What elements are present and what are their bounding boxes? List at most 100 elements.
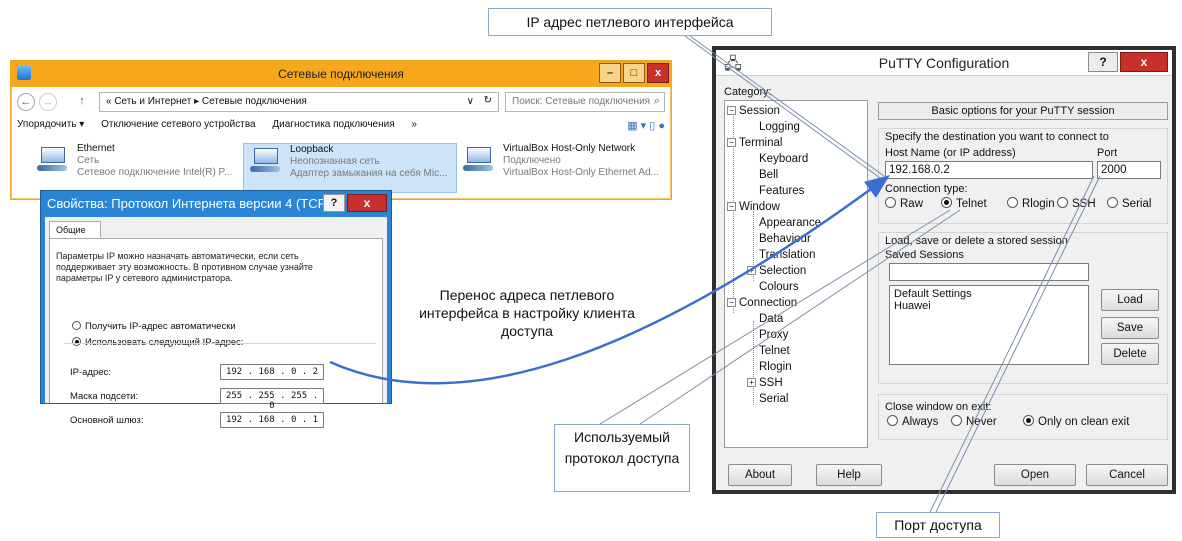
default-gateway-field[interactable]: 192 . 168 . 0 . 1 bbox=[220, 412, 324, 428]
adapter-ethernet[interactable]: Ethernet Сеть Сетевое подключение Intel(… bbox=[31, 143, 251, 193]
close-clean-exit-radio[interactable]: Only on clean exit bbox=[1023, 415, 1129, 428]
protocol-callout: Используемый протокол доступа bbox=[554, 424, 690, 492]
session-list[interactable]: Default Settings Huawei bbox=[889, 285, 1089, 365]
transfer-note: Перенос адреса петлевого интерфейса в на… bbox=[419, 287, 635, 339]
disable-device-button[interactable]: Отключение сетевого устройства bbox=[101, 119, 256, 130]
network-adapter-icon bbox=[37, 147, 69, 171]
network-adapter-icon bbox=[250, 148, 282, 172]
tree-item-logging[interactable]: Logging bbox=[759, 121, 800, 133]
obtain-ip-automatically-radio[interactable]: Получить IP-адрес автоматически bbox=[72, 321, 236, 332]
help-button[interactable]: ? bbox=[323, 194, 345, 212]
expand-icon: + bbox=[747, 266, 756, 275]
general-tab-panel: Параметры IP можно назначать автоматичес… bbox=[49, 238, 383, 428]
tree-item-serial[interactable]: Serial bbox=[759, 393, 788, 405]
refresh-icon[interactable]: ↻ bbox=[484, 95, 492, 106]
close-button[interactable]: x bbox=[347, 194, 387, 212]
adapter-virtualbox[interactable]: VirtualBox Host-Only Network Подключено … bbox=[457, 143, 667, 193]
conn-type-rlogin-radio[interactable]: Rlogin bbox=[1007, 197, 1055, 210]
chevron-down-icon[interactable]: ∨ bbox=[467, 96, 474, 107]
dialog-title: Свойства: Протокол Интернета версии 4 (T… bbox=[47, 196, 336, 211]
default-gateway-label: Основной шлюз: bbox=[70, 415, 144, 426]
radio-label: Получить IP-адрес автоматически bbox=[85, 321, 236, 332]
collapse-icon: − bbox=[727, 298, 736, 307]
tree-item-keyboard[interactable]: Keyboard bbox=[759, 153, 808, 165]
about-button[interactable]: About bbox=[728, 464, 792, 486]
conn-type-raw-radio[interactable]: Raw bbox=[885, 197, 923, 210]
save-button[interactable]: Save bbox=[1101, 317, 1159, 339]
ip-address-label: IP-адрес: bbox=[70, 367, 111, 378]
collapse-icon: − bbox=[727, 202, 736, 211]
port-label: Port bbox=[1097, 147, 1118, 159]
adapter-loopback[interactable]: Loopback Неопознанная сеть Адаптер замык… bbox=[243, 143, 457, 193]
radio-off-icon bbox=[951, 415, 962, 426]
host-name-input[interactable]: 192.168.0.2 bbox=[885, 161, 1093, 179]
list-item[interactable]: Huawei bbox=[894, 300, 1084, 312]
tab-general[interactable]: Общие bbox=[49, 221, 101, 239]
maximize-button[interactable]: □ bbox=[623, 63, 645, 83]
adapter-device: VirtualBox Host-Only Ethernet Ad... bbox=[503, 167, 660, 178]
port-input[interactable]: 2000 bbox=[1097, 161, 1161, 179]
radio-off-icon bbox=[1107, 197, 1118, 208]
load-button[interactable]: Load bbox=[1101, 289, 1159, 311]
category-tree: − Session Logging − Terminal Keyboard Bell… bbox=[724, 100, 868, 448]
tree-item-terminal[interactable]: − Terminal bbox=[727, 137, 782, 149]
conn-type-serial-radio[interactable]: Serial bbox=[1107, 197, 1151, 210]
tree-item-appearance[interactable]: Appearance bbox=[759, 217, 821, 229]
forward-arrow-icon[interactable]: → bbox=[39, 93, 57, 111]
organize-menu[interactable]: Упорядочить ▾ bbox=[17, 119, 84, 130]
tree-item-data[interactable]: Data bbox=[759, 313, 783, 325]
tree-item-proxy[interactable]: Proxy bbox=[759, 329, 788, 341]
ip-address-field[interactable]: 192 . 168 . 0 . 2 bbox=[220, 364, 324, 380]
port-callout: Порт доступа bbox=[876, 512, 1000, 538]
adapter-status: Подключено bbox=[503, 155, 561, 166]
tree-item-features[interactable]: Features bbox=[759, 185, 804, 197]
close-button[interactable]: x bbox=[647, 63, 669, 83]
network-connections-titlebar[interactable]: Сетевые подключения – □ x bbox=[11, 61, 671, 87]
delete-button[interactable]: Delete bbox=[1101, 343, 1159, 365]
connection-type-label: Connection type: bbox=[885, 183, 968, 195]
search-icon: ⌕ bbox=[653, 95, 660, 107]
tree-item-ssh[interactable]: + SSH bbox=[747, 377, 783, 389]
destination-group: Specify the destination you want to conn… bbox=[878, 128, 1168, 224]
tree-item-selection[interactable]: + Selection bbox=[747, 265, 806, 277]
list-item[interactable]: Default Settings bbox=[894, 288, 1084, 300]
subnet-mask-label: Маска подсети: bbox=[70, 391, 139, 402]
subnet-mask-field[interactable]: 255 . 255 . 255 . 0 bbox=[220, 388, 324, 411]
tree-item-telnet[interactable]: Telnet bbox=[759, 345, 790, 357]
up-arrow-icon[interactable]: ↑ bbox=[73, 93, 91, 111]
diagnose-button[interactable]: Диагностика подключения bbox=[272, 119, 394, 130]
network-connections-window: Сетевые подключения – □ x ← → ↑ « Сеть и… bbox=[10, 60, 672, 200]
ipv4-properties-dialog: Свойства: Протокол Интернета версии 4 (T… bbox=[40, 190, 392, 428]
dialog-titlebar[interactable]: Свойства: Протокол Интернета версии 4 (T… bbox=[41, 191, 391, 217]
host-name-label: Host Name (or IP address) bbox=[885, 147, 1016, 159]
tree-item-colours[interactable]: Colours bbox=[759, 281, 799, 293]
putty-titlebar[interactable]: 🖧 PuTTY Configuration ? x bbox=[716, 50, 1172, 76]
open-button[interactable]: Open bbox=[994, 464, 1076, 486]
tree-item-translation[interactable]: Translation bbox=[759, 249, 815, 261]
close-always-radio[interactable]: Always bbox=[887, 415, 938, 428]
category-label: Category: bbox=[724, 86, 772, 98]
search-input[interactable]: Поиск: Сетевые подключения ⌕ bbox=[505, 92, 665, 112]
close-button[interactable]: x bbox=[1120, 52, 1168, 72]
tree-item-bell[interactable]: Bell bbox=[759, 169, 778, 181]
cancel-button[interactable]: Cancel bbox=[1086, 464, 1168, 486]
sessions-title: Load, save or delete a stored session bbox=[885, 235, 1068, 247]
help-button-bottom[interactable]: Help bbox=[816, 464, 882, 486]
address-breadcrumb[interactable]: « Сеть и Интернет ▸ Сетевые подключения … bbox=[99, 92, 499, 112]
tree-item-connection[interactable]: − Connection bbox=[727, 297, 797, 309]
more-commands-button[interactable]: » bbox=[411, 119, 417, 130]
radio-on-icon bbox=[1023, 415, 1034, 426]
view-options-icons[interactable]: ▦ ▾ ▯ ● bbox=[627, 119, 665, 132]
minimize-button[interactable]: – bbox=[599, 63, 621, 83]
tree-item-window[interactable]: − Window bbox=[727, 201, 780, 213]
close-never-radio[interactable]: Never bbox=[951, 415, 997, 428]
tree-item-behaviour[interactable]: Behaviour bbox=[759, 233, 811, 245]
conn-type-telnet-radio[interactable]: Telnet bbox=[941, 197, 987, 210]
adapter-name: VirtualBox Host-Only Network bbox=[503, 143, 636, 154]
conn-type-ssh-radio[interactable]: SSH bbox=[1057, 197, 1096, 210]
tree-item-session[interactable]: − Session bbox=[727, 105, 780, 117]
saved-sessions-input[interactable] bbox=[889, 263, 1089, 281]
back-arrow-icon[interactable]: ← bbox=[17, 93, 35, 111]
help-button[interactable]: ? bbox=[1088, 52, 1118, 72]
tree-item-rlogin[interactable]: Rlogin bbox=[759, 361, 792, 373]
